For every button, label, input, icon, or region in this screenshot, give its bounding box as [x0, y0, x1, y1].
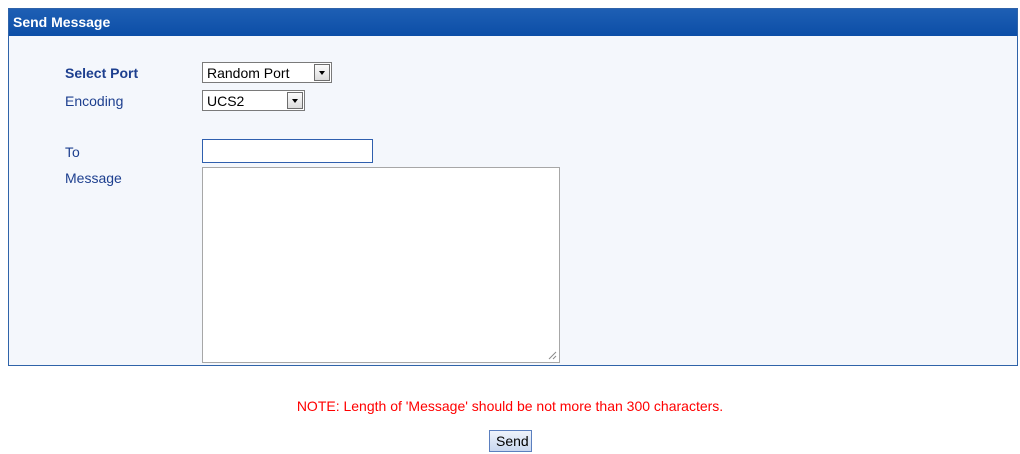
encoding-label: Encoding	[65, 93, 124, 109]
select-port-value: Random Port	[207, 65, 290, 81]
resize-grip-icon[interactable]	[548, 351, 557, 360]
encoding-value: UCS2	[207, 93, 245, 109]
panel-title: Send Message	[9, 9, 1017, 36]
message-textarea[interactable]	[202, 167, 560, 363]
length-note: NOTE: Length of 'Message' should be not …	[296, 398, 724, 414]
to-label: To	[65, 144, 80, 160]
chevron-down-icon[interactable]	[287, 92, 303, 109]
select-port-label: Select Port	[65, 65, 139, 81]
chevron-down-icon[interactable]	[314, 64, 330, 81]
message-label: Message	[65, 170, 122, 186]
encoding-dropdown[interactable]: UCS2	[202, 90, 305, 111]
select-port-dropdown[interactable]: Random Port	[202, 62, 332, 83]
to-input[interactable]	[202, 139, 373, 163]
send-button[interactable]: Send	[489, 430, 532, 452]
